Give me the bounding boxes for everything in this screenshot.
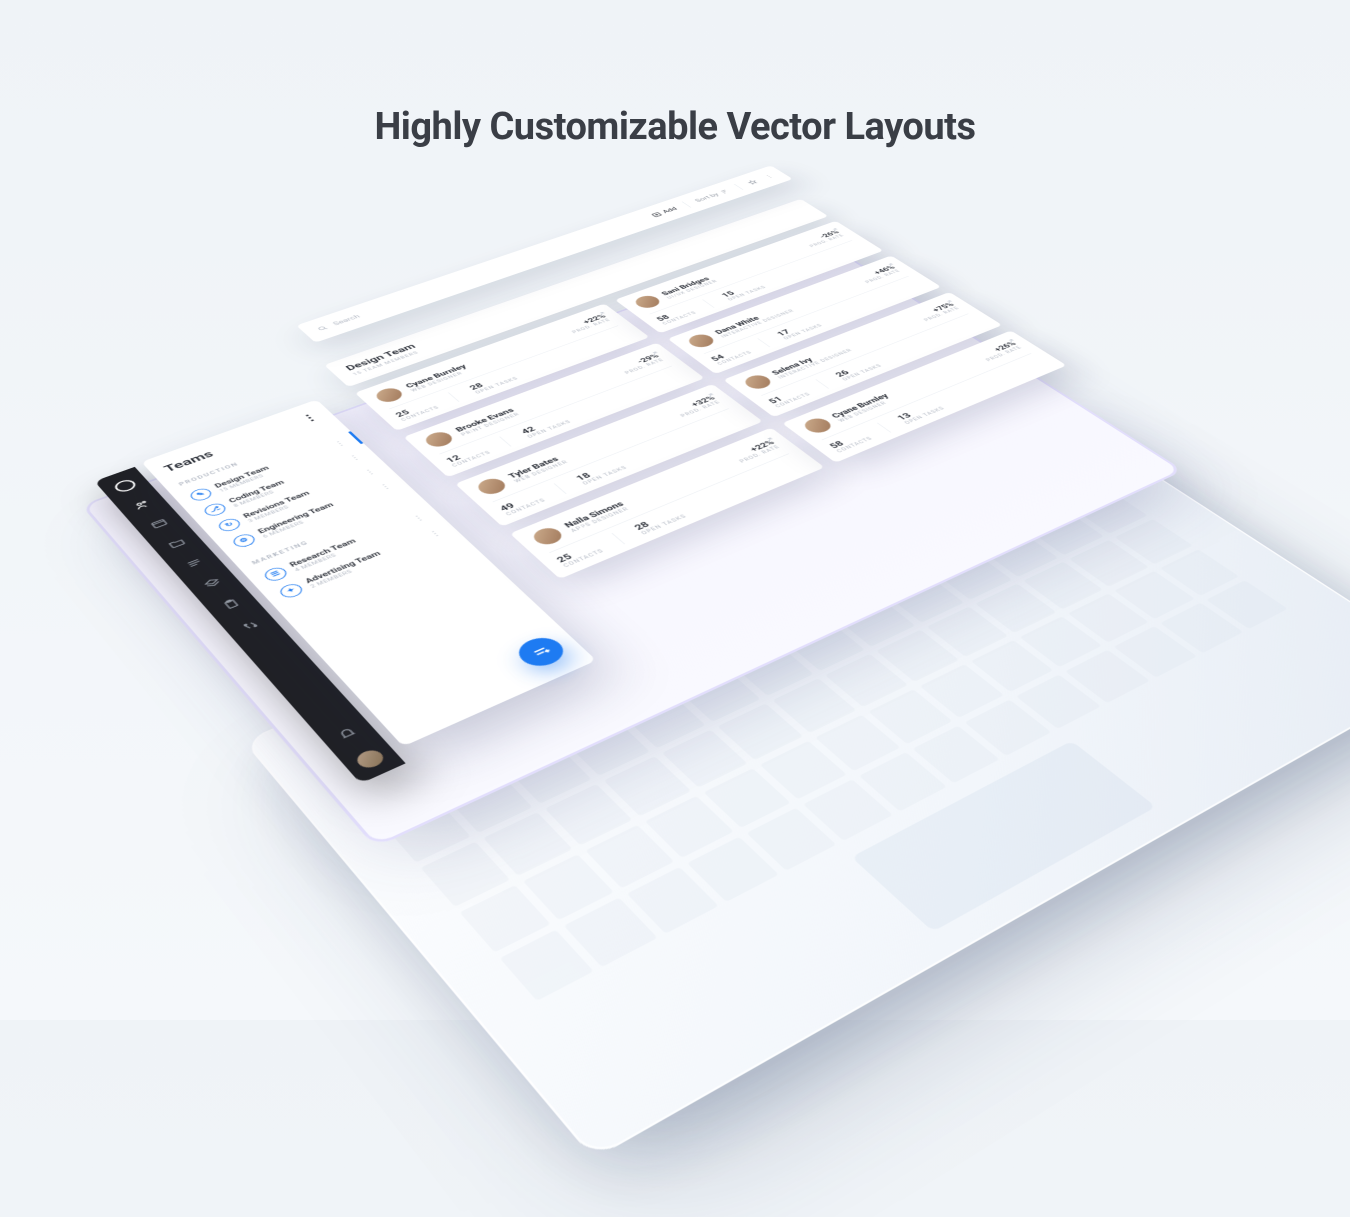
sidebar-more-icon[interactable]: ⋮ bbox=[298, 411, 321, 425]
logo-icon bbox=[112, 478, 139, 494]
layers-icon[interactable] bbox=[200, 575, 226, 591]
bell-icon[interactable] bbox=[333, 724, 361, 743]
avatar bbox=[631, 294, 663, 311]
more-icon[interactable]: ⋮ bbox=[429, 530, 442, 536]
avatar bbox=[684, 332, 717, 349]
avatar bbox=[529, 525, 567, 547]
avatar bbox=[800, 416, 836, 436]
browser-icon[interactable] bbox=[147, 516, 172, 531]
avatar bbox=[474, 476, 510, 497]
hero-title: Highly Customizable Vector Layouts bbox=[0, 105, 1350, 149]
teams-icon[interactable] bbox=[130, 498, 154, 513]
more-icon[interactable]: ⋮ bbox=[334, 441, 346, 447]
more-icon[interactable]: ⋮ bbox=[364, 469, 376, 475]
sort-button[interactable]: Sort by bbox=[693, 188, 731, 203]
list-icon[interactable] bbox=[182, 555, 207, 571]
folder-icon[interactable] bbox=[164, 536, 189, 551]
avatar bbox=[421, 430, 456, 450]
trackpad bbox=[851, 741, 1156, 932]
add-team-fab[interactable] bbox=[511, 633, 572, 672]
more-icon[interactable]: ⋮ bbox=[412, 515, 425, 521]
team-badge-icon: ⚙ bbox=[230, 532, 258, 549]
user-avatar[interactable] bbox=[353, 747, 388, 771]
clipboard-icon[interactable] bbox=[218, 596, 244, 612]
more-icon[interactable]: ⋮ bbox=[379, 484, 391, 490]
mockup-stage: Teams ⋮ PRODUCTION ✎ Design Team 15 MEMB… bbox=[140, 210, 1210, 990]
scene-3d: Teams ⋮ PRODUCTION ✎ Design Team 15 MEMB… bbox=[13, 284, 1337, 1096]
star-icon[interactable] bbox=[745, 179, 759, 186]
more-icon[interactable]: ⋮ bbox=[349, 455, 361, 461]
search-placeholder: Search bbox=[332, 314, 362, 327]
avatar bbox=[372, 386, 406, 405]
add-button[interactable]: Add bbox=[649, 206, 679, 218]
settings-icon[interactable] bbox=[237, 617, 263, 634]
team-badge-icon: ✦ bbox=[277, 582, 306, 600]
avatar bbox=[741, 373, 776, 391]
more-icon[interactable]: ⋮ bbox=[763, 174, 775, 180]
